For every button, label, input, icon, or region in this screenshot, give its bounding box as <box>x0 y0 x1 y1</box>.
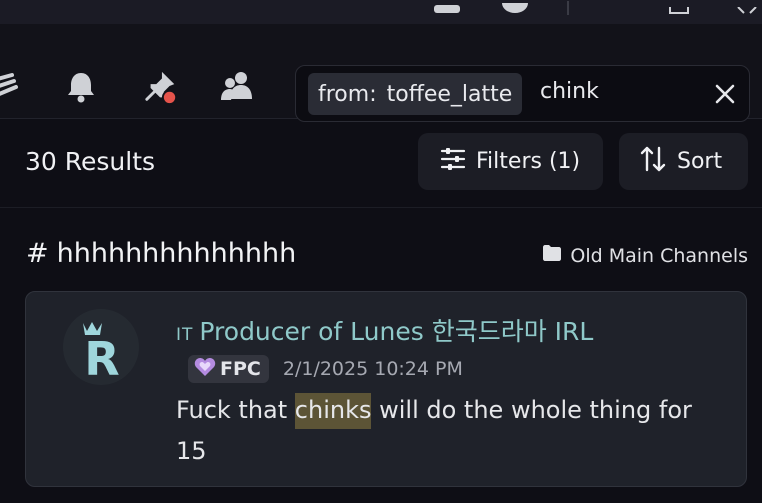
channel-toolbar: from: toffee_latte chink <box>0 24 762 122</box>
search-result-message[interactable]: R IT Producer of Lunes 한국드라마 IRL FPC 2/1/… <box>25 291 747 487</box>
hash-icon: # <box>26 238 49 269</box>
sort-label: Sort <box>677 149 723 174</box>
timestamp: 2/1/2025 10:24 PM <box>282 358 463 380</box>
channel-header: # hhhhhhhhhhhhhh Old Main Channels <box>0 230 762 280</box>
category-name: Old Main Channels <box>570 244 748 267</box>
search-box[interactable]: from: toffee_latte chink <box>295 65 750 122</box>
sort-button[interactable]: Sort <box>619 133 748 190</box>
message-content: Fuck that chinks will do the whole thing… <box>176 390 716 472</box>
sort-arrows-icon <box>639 145 667 179</box>
message-meta: FPC 2/1/2025 10:24 PM <box>188 355 463 383</box>
filter-key: from: <box>318 81 377 107</box>
channel-name: hhhhhhhhhhhhhh <box>56 238 297 269</box>
results-count: 30 Results <box>25 147 156 176</box>
avatar[interactable]: R <box>63 309 139 385</box>
category-label: Old Main Channels <box>542 244 748 267</box>
members-icon[interactable] <box>219 69 255 105</box>
sliders-icon <box>440 147 466 177</box>
tag-label: FPC <box>220 358 261 380</box>
results-header: 30 Results Filters (1) Sort <box>0 119 762 208</box>
message-text-before: Fuck that <box>176 396 295 424</box>
help-icon[interactable] <box>500 0 530 19</box>
window-divider <box>567 0 569 19</box>
close-window-icon[interactable] <box>736 0 758 19</box>
role-tag[interactable]: FPC <box>188 355 269 383</box>
author-prefix: IT <box>176 325 194 345</box>
threads-icon[interactable] <box>0 69 22 105</box>
inbox-icon[interactable] <box>432 0 462 19</box>
heart-icon <box>194 357 216 382</box>
avatar-letter: R <box>84 332 119 385</box>
folder-icon <box>542 244 562 267</box>
filters-button[interactable]: Filters (1) <box>418 133 603 190</box>
clear-search-icon[interactable] <box>709 78 741 110</box>
author-name[interactable]: IT Producer of Lunes 한국드라마 IRL <box>176 312 593 348</box>
from-filter-chip[interactable]: from: toffee_latte <box>308 73 523 115</box>
bell-icon[interactable] <box>63 69 99 105</box>
search-highlight: chinks <box>294 393 372 429</box>
filters-label: Filters (1) <box>476 149 581 174</box>
maximize-icon[interactable] <box>668 0 690 19</box>
title-bar <box>0 0 762 24</box>
author-display-name: Producer of Lunes 한국드라마 IRL <box>199 317 594 346</box>
filter-value: toffee_latte <box>386 81 513 107</box>
channel-link[interactable]: # hhhhhhhhhhhhhh <box>26 238 296 269</box>
pin-icon[interactable] <box>143 69 179 105</box>
search-query[interactable]: chink <box>540 79 599 104</box>
